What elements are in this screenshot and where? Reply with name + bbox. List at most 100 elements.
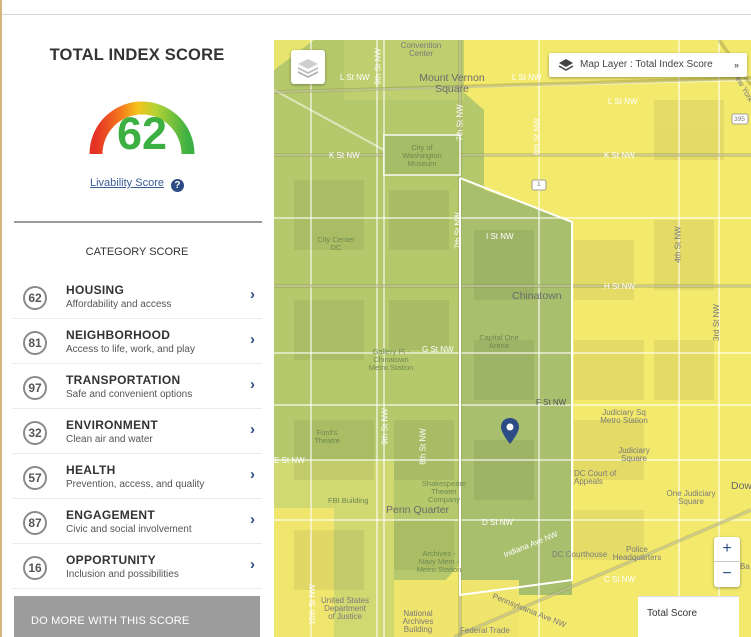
map-label: Judiciary Sq Metro Station: [600, 408, 648, 425]
category-list: 62 HOUSING Affordability and access › 81…: [12, 274, 262, 589]
map-label: L St NW: [340, 73, 370, 82]
category-score-circle: 32: [23, 421, 47, 445]
chevron-right-icon[interactable]: ›: [250, 466, 255, 483]
category-score-title: CATEGORY SCORE: [85, 246, 189, 258]
zoom-in-button[interactable]: +: [714, 537, 740, 562]
panel-divider: [14, 221, 262, 223]
map-label: 10th St NW: [307, 584, 317, 625]
chevron-right-icon[interactable]: ›: [250, 556, 255, 573]
map-label: G St NW: [422, 345, 454, 354]
zoom-control: + −: [714, 537, 740, 587]
chevron-right-icon[interactable]: ›: [250, 286, 255, 303]
map-label: 395: [734, 116, 745, 123]
map-label: One Judiciary Square: [666, 489, 716, 506]
category-name: ENGAGEMENT: [66, 508, 156, 522]
chevron-right-icon[interactable]: ›: [250, 376, 255, 393]
layers-icon: [298, 59, 318, 78]
map-label: Police Headquarters: [612, 545, 662, 562]
map-layer-label: Map Layer : Total Index Score: [580, 59, 713, 70]
do-more-button[interactable]: DO MORE WITH THIS SCORE: [14, 596, 260, 637]
map-label: Mount Vernon Square: [419, 72, 485, 95]
map-label: F St NW: [536, 398, 567, 407]
map-label: 4th St NW: [673, 226, 683, 263]
map-label: 7th St NW: [453, 212, 463, 249]
category-name: NEIGHBORHOOD: [66, 328, 171, 342]
category-description: Clean air and water: [66, 434, 153, 445]
map-label: Convention Center: [400, 41, 442, 58]
livability-score-row: Livability Score?: [12, 177, 262, 192]
category-score-circle: 57: [23, 466, 47, 490]
category-description: Civic and social involvement: [66, 524, 192, 535]
category-name: ENVIRONMENT: [66, 418, 158, 432]
category-row-environment[interactable]: 32 ENVIRONMENT Clean air and water ›: [12, 409, 262, 454]
livability-score-link[interactable]: Livability Score: [90, 177, 164, 189]
layers-button[interactable]: [291, 50, 325, 84]
map-label: FBI Building: [328, 496, 369, 505]
map-label: City of Washington Museum: [402, 143, 442, 168]
map-label: E St NW: [274, 456, 305, 465]
category-score-circle: 81: [23, 331, 47, 355]
map-label: L St NW: [512, 73, 542, 82]
category-name: TRANSPORTATION: [66, 373, 181, 387]
map-marker-icon[interactable]: [500, 417, 520, 447]
map-label: D St NW: [482, 518, 514, 527]
zoom-out-button[interactable]: −: [714, 562, 740, 587]
map-label: K St NW: [329, 151, 360, 160]
map-label: K St NW: [604, 151, 635, 160]
total-score-value: 62: [116, 108, 168, 159]
map-label: Ba: [740, 562, 750, 571]
category-row-opportunity[interactable]: 16 OPPORTUNITY Inclusion and possibiliti…: [12, 544, 262, 589]
category-score-circle: 62: [23, 286, 47, 310]
map-label: H St NW: [604, 282, 636, 291]
map-label: 8th St NW: [418, 428, 428, 465]
help-icon[interactable]: ?: [170, 179, 184, 192]
map-layer-selector[interactable]: Map Layer : Total Index Score »: [549, 53, 747, 77]
category-score-circle: 16: [23, 556, 47, 580]
map-label: Chinatown: [512, 290, 562, 302]
top-tabs-fragment: [202, 0, 372, 6]
map-label: 9th St NW: [380, 408, 390, 445]
map-label: 9th St NW: [373, 48, 383, 85]
map-label: National Archives Building: [402, 609, 434, 634]
map-label: Penn Quarter: [386, 504, 450, 516]
map-label: L St NW: [608, 97, 638, 106]
score-panel: TOTAL INDEX SCORE 62 Livability Score? C…: [12, 40, 262, 637]
category-description: Affordability and access: [66, 299, 172, 310]
map-label: Judiciary Square: [618, 446, 650, 463]
legend-title: Total Score: [647, 608, 698, 619]
map-legend: Total Score: [638, 596, 739, 637]
map-label: City Center DC: [317, 235, 355, 252]
category-description: Prevention, access, and quality: [66, 479, 205, 490]
map-label: United States Department of Justice: [320, 596, 370, 621]
map-label: DC Courthouse: [552, 550, 608, 559]
map-label: C St NW: [604, 575, 636, 584]
dropdown-chevron-icon[interactable]: »: [734, 53, 739, 77]
stack-layers-icon: [558, 59, 574, 71]
map-label: Ford's Theatre: [314, 428, 340, 445]
map-label: Shakespeare Theater Company: [421, 479, 467, 504]
category-name: OPPORTUNITY: [66, 553, 156, 567]
map-label: Gallery Pl - Chinatown Metro Station: [368, 347, 414, 372]
category-row-transportation[interactable]: 97 TRANSPORTATION Safe and convenient op…: [12, 364, 262, 409]
map-label: Capital One Arena: [479, 333, 519, 350]
chevron-right-icon[interactable]: ›: [250, 511, 255, 528]
category-description: Safe and convenient options: [66, 389, 193, 400]
map-label: I St NW: [486, 232, 514, 241]
category-row-housing[interactable]: 62 HOUSING Affordability and access ›: [12, 274, 262, 319]
map-label: 3rd St NW: [711, 304, 721, 341]
map-label: DC Court of Appeals: [574, 469, 617, 486]
map-label: 1: [537, 181, 541, 188]
category-name: HEALTH: [66, 463, 116, 477]
livability-app: TOTAL INDEX SCORE 62 Livability Score? C…: [2, 0, 751, 637]
header-divider: [2, 14, 751, 15]
category-description: Inclusion and possibilities: [66, 569, 179, 580]
map-label: 7th St NW: [455, 104, 465, 141]
map-view[interactable]: Convention Center L St NW Mount Vernon S…: [274, 40, 751, 637]
chevron-right-icon[interactable]: ›: [250, 421, 255, 438]
category-row-neighborhood[interactable]: 81 NEIGHBORHOOD Access to life, work, an…: [12, 319, 262, 364]
chevron-right-icon[interactable]: ›: [250, 331, 255, 348]
total-index-title: TOTAL INDEX SCORE: [49, 46, 225, 64]
category-row-health[interactable]: 57 HEALTH Prevention, access, and qualit…: [12, 454, 262, 499]
category-row-engagement[interactable]: 87 ENGAGEMENT Civic and social involveme…: [12, 499, 262, 544]
map-label: Archives - Navy Mem - Metro Station: [416, 549, 462, 574]
